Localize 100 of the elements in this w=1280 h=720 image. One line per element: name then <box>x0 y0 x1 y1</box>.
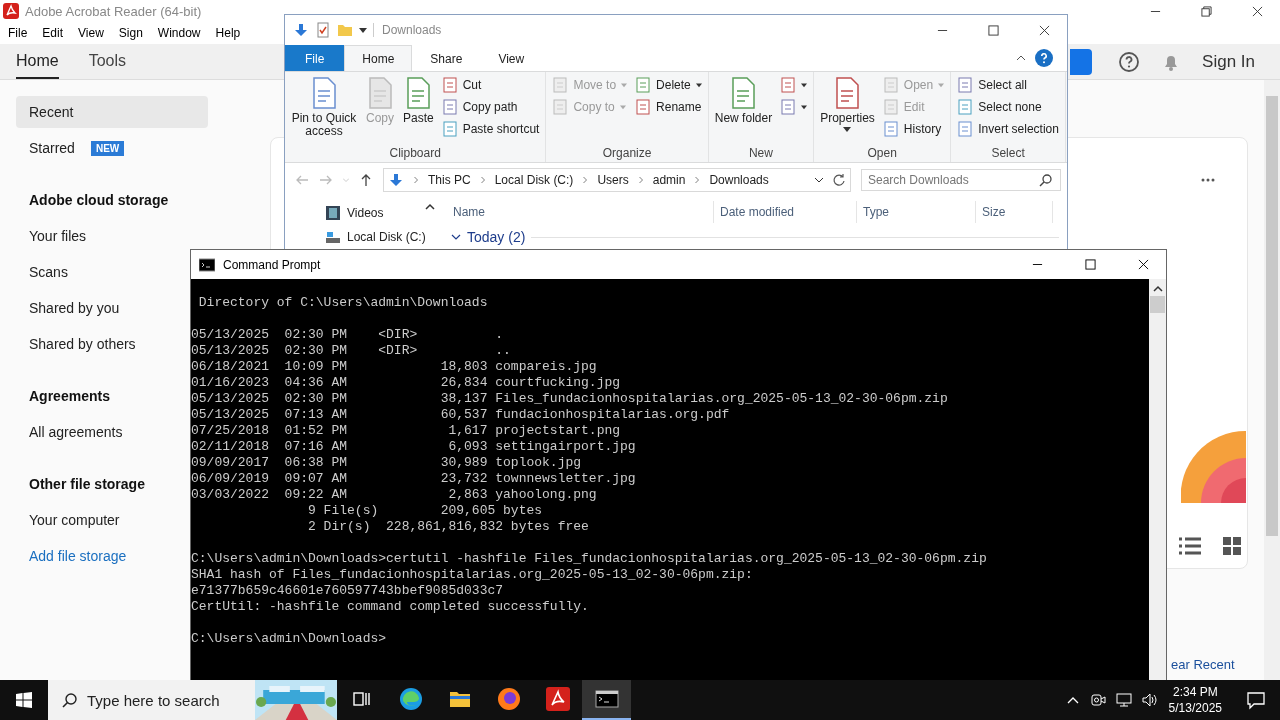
volume-icon[interactable] <box>1141 692 1158 708</box>
new-badge: NEW <box>90 140 125 156</box>
scrollbar-thumb[interactable] <box>1266 96 1278 536</box>
chevron-icon[interactable] <box>451 233 461 241</box>
restore-icon[interactable] <box>1201 5 1212 17</box>
ribbon-tab[interactable]: Home <box>344 45 413 71</box>
console-line: 06/09/2019 09:07 AM 23,732 townnewsletter.jpg <box>191 471 636 487</box>
properties-icon[interactable] <box>315 22 331 38</box>
ribbon-button[interactable]: History <box>880 119 947 139</box>
search-field[interactable]: Search Downloads <box>861 169 1061 191</box>
more-icon[interactable] <box>1201 178 1215 182</box>
clock-date[interactable]: 5/13/2025 <box>1168 700 1222 716</box>
scroll-up-icon[interactable] <box>1153 285 1163 293</box>
windows-start-icon[interactable] <box>16 692 32 708</box>
breadcrumb-item[interactable]: This PC <box>428 173 471 187</box>
console-line: CertUtil: -hashfile command completed successfully. <box>191 599 589 615</box>
chevron-icon <box>582 177 589 183</box>
sign-in-button[interactable]: Sign In <box>1202 44 1280 79</box>
arrow-down-icon[interactable] <box>293 22 309 38</box>
scroll-up-icon[interactable] <box>425 203 435 211</box>
caret-icon[interactable] <box>815 176 823 184</box>
console-line: 05/13/2025 02:30 PM 38,137 Files_fundacionhospitalarias.org_2025-05-13_02-30-06pm.zip <box>191 391 948 407</box>
ribbon-button[interactable]: Pin to Quick access <box>289 75 359 140</box>
sidebar-item[interactable]: Starred <box>16 132 79 164</box>
console-line: 9 File(s) 209,605 bytes <box>307 503 543 519</box>
ribbon-button[interactable]: Delete <box>633 75 704 95</box>
add-storage-link[interactable]: Add file storage <box>16 540 131 572</box>
column-header[interactable]: Type <box>857 201 976 223</box>
ribbon-button[interactable]: Select all <box>955 75 1061 95</box>
network-icon[interactable] <box>1115 692 1132 708</box>
close-icon[interactable] <box>1039 24 1050 36</box>
ribbon-button[interactable]: Paste <box>401 75 436 127</box>
search-field[interactable]: Type here to search <box>48 680 255 720</box>
sidebar-item[interactable]: Your computer <box>16 504 124 536</box>
arrow-down-icon <box>388 172 404 188</box>
clear-recent-link[interactable]: ear Recent <box>1171 657 1235 672</box>
nav-tab[interactable]: Tools <box>88 44 127 79</box>
ribbon-button[interactable]: Paste shortcut <box>439 119 542 139</box>
scrollbar-thumb[interactable] <box>1150 296 1165 313</box>
nav-item[interactable]: Videos <box>347 206 384 220</box>
caret-icon[interactable] <box>359 26 367 34</box>
clock-time[interactable]: 2:34 PM <box>1172 684 1218 700</box>
menu-item[interactable]: Window <box>157 26 209 40</box>
ribbon-button[interactable]: Properties <box>818 75 877 135</box>
page-icon <box>635 99 652 115</box>
column-header[interactable]: Size <box>976 201 1053 223</box>
menu-item[interactable]: File <box>8 26 36 40</box>
menu-item[interactable]: Sign <box>118 26 151 40</box>
ribbon-tab[interactable]: Share <box>412 45 481 71</box>
scrollbar[interactable] <box>1149 279 1166 681</box>
maximize-icon[interactable] <box>988 24 999 36</box>
page-icon <box>882 99 899 115</box>
collapse-icon[interactable] <box>1017 54 1025 62</box>
sidebar-item[interactable]: Shared by you <box>16 292 124 324</box>
help-icon[interactable] <box>1035 49 1053 67</box>
ribbon-button[interactable]: Cut <box>439 75 542 95</box>
refresh-icon[interactable] <box>832 173 846 187</box>
group-header[interactable]: Today (2) <box>467 229 526 245</box>
task-view-icon <box>351 689 372 709</box>
column-header[interactable]: Date modified <box>714 201 857 223</box>
close-icon[interactable] <box>1252 5 1263 17</box>
breadcrumb-item[interactable]: admin <box>652 173 686 187</box>
ribbon-tab[interactable]: File <box>285 45 345 71</box>
help-icon[interactable] <box>1118 50 1141 73</box>
sidebar-item[interactable]: Recent <box>16 96 208 128</box>
scrollbar[interactable] <box>1264 80 1280 680</box>
page-icon <box>441 121 458 137</box>
section-heading: Adobe cloud storage <box>28 191 170 210</box>
column-header[interactable]: Name <box>447 201 714 223</box>
up-icon[interactable] <box>359 173 373 187</box>
grid-view-icon[interactable] <box>1223 537 1241 555</box>
section-heading: Other file storage <box>28 475 146 494</box>
maximize-icon[interactable] <box>1085 259 1096 270</box>
sidebar-item[interactable]: Scans <box>16 256 72 288</box>
menu-item[interactable]: View <box>78 26 112 40</box>
sidebar-item[interactable]: Shared by others <box>16 328 140 360</box>
breadcrumb-item[interactable]: Users <box>597 173 629 187</box>
nav-item[interactable]: Local Disk (C:) <box>347 230 426 244</box>
ribbon-button[interactable]: Rename <box>633 97 704 117</box>
ribbon-button[interactable]: New folder <box>712 75 775 127</box>
ribbon-button[interactable]: Copy path <box>439 97 542 117</box>
breadcrumb-item[interactable]: Local Disk (C:) <box>494 173 574 187</box>
console-line: 01/16/2023 04:36 AM 26,834 courtfucking.jpg <box>191 375 621 391</box>
ribbon-button[interactable]: Invert selection <box>955 119 1061 139</box>
menu-item[interactable]: Help <box>215 26 249 40</box>
breadcrumb-item[interactable]: Downloads <box>709 173 769 187</box>
nav-tab[interactable]: Home <box>16 44 59 79</box>
ribbon-button[interactable]: Select none <box>955 97 1061 117</box>
sidebar-item[interactable]: All agreements <box>16 416 127 448</box>
console-line: e71377b659c46601e760597743bbef9085d033c7 <box>191 583 504 599</box>
sidebar-item[interactable]: Your files <box>16 220 91 252</box>
list-view-icon[interactable] <box>1179 537 1201 555</box>
close-icon[interactable] <box>1138 259 1149 270</box>
taskbar-app[interactable] <box>582 680 631 720</box>
action-button[interactable] <box>1070 48 1093 75</box>
notification-icon[interactable] <box>1246 690 1266 710</box>
menu-item[interactable]: Edit <box>42 26 72 40</box>
ribbon-tab[interactable]: View <box>480 45 543 71</box>
meeting-icon[interactable] <box>1089 692 1106 708</box>
address-bar[interactable]: This PC Local Disk (C:) Users admin Downloads <box>383 168 851 192</box>
